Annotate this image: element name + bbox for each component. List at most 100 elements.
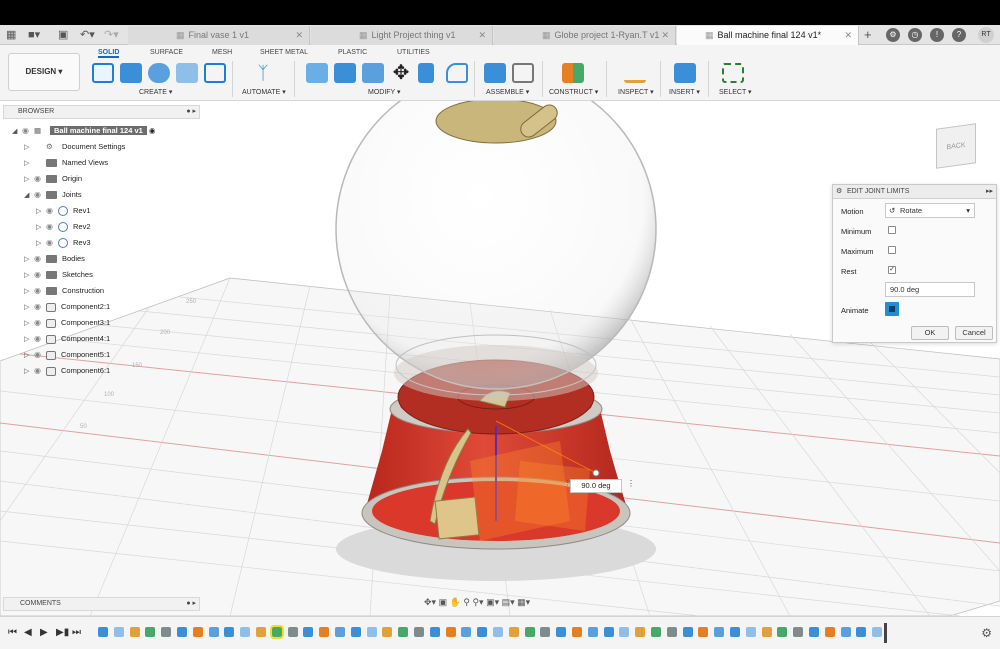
play-icon[interactable]: ▶ [40, 627, 48, 638]
browser-item-joints[interactable]: ◢ ◉ Joints [24, 187, 82, 202]
browser-item-sketches[interactable]: ▷ ◉ Sketches [24, 267, 93, 282]
timeline-feature[interactable] [335, 627, 345, 637]
browser-panel-header[interactable]: BROWSER ● ▸ [3, 105, 200, 119]
expand-panel-icon[interactable]: ▸▸ [986, 185, 993, 199]
panel-menu-icon[interactable]: ⚙ [836, 185, 842, 199]
gear-icon[interactable]: ⚙ [981, 626, 992, 640]
visibility-icon[interactable]: ◉ [46, 219, 58, 234]
timeline-feature[interactable] [730, 627, 740, 637]
timeline-feature[interactable] [714, 627, 725, 637]
insert-menu[interactable]: INSERT ▾ [669, 88, 700, 96]
help-icon[interactable]: ? [952, 28, 966, 42]
panel-toggle-icon[interactable]: ● ▸ [186, 106, 196, 118]
expand-icon[interactable]: ▷ [24, 268, 34, 283]
timeline-feature[interactable] [145, 627, 156, 637]
timeline-feature[interactable] [840, 627, 851, 637]
visual-style-icon[interactable]: ▤▾ [502, 597, 515, 607]
timeline-feature[interactable] [508, 627, 519, 637]
select-window-icon[interactable] [722, 63, 744, 83]
expand-icon[interactable]: ▷ [24, 348, 34, 363]
timeline-feature[interactable] [619, 627, 630, 637]
expand-icon[interactable]: ▷ [24, 364, 34, 379]
browser-item-construction[interactable]: ▷ ◉ Construction [24, 283, 104, 298]
tab-utilities[interactable]: UTILITIES [397, 49, 430, 56]
browser-item-component2[interactable]: ▷ ◉ Component2:1 [24, 299, 110, 314]
apps-grid-icon[interactable]: ▦ [6, 28, 16, 42]
timeline-feature[interactable] [651, 627, 661, 637]
expand-icon[interactable]: ▷ [24, 172, 34, 187]
expand-icon[interactable]: ▷ [36, 236, 46, 251]
offset-plane-icon[interactable] [562, 63, 584, 83]
doc-tab-0[interactable]: ▦ Final vase 1 v1 ✕ [128, 26, 310, 45]
joint-icon[interactable] [512, 63, 534, 83]
timeline-feature[interactable] [872, 627, 883, 637]
zoom-window-icon[interactable]: ⚲▾ [472, 597, 483, 607]
orbit-icon[interactable]: ✥▾ [424, 597, 436, 607]
more-options-icon[interactable]: ⋮ [627, 479, 635, 488]
create-menu[interactable]: CREATE ▾ [139, 88, 172, 96]
zoom-icon[interactable]: ⚲ [463, 597, 470, 607]
timeline-feature[interactable] [350, 627, 361, 637]
browser-item-bodies[interactable]: ▷ ◉ Bodies [24, 251, 85, 266]
expand-icon[interactable]: ▷ [36, 220, 46, 235]
browser-item-rev2[interactable]: ▷ ◉ Rev2 [36, 219, 91, 234]
angle-input[interactable]: 90.0 deg [570, 479, 622, 493]
extensions-icon[interactable]: ⚙ [886, 28, 900, 42]
expand-icon[interactable]: ▷ [24, 140, 34, 155]
new-tab-icon[interactable]: + [864, 28, 872, 42]
timeline-feature[interactable] [161, 627, 172, 637]
timeline-feature[interactable] [461, 627, 472, 637]
pan-icon[interactable]: ✋ [450, 597, 461, 607]
step-forward-icon[interactable]: ▶▮ [56, 627, 69, 638]
timeline-feature[interactable] [556, 627, 567, 637]
timeline-feature[interactable] [429, 627, 440, 637]
timeline-feature[interactable] [493, 627, 503, 637]
timeline-feature[interactable] [666, 627, 677, 637]
tab-mesh[interactable]: MESH [212, 49, 232, 56]
timeline-feature[interactable] [856, 627, 867, 637]
shell-icon[interactable] [362, 63, 384, 83]
tab-surface[interactable]: SURFACE [150, 49, 183, 56]
timeline-feature[interactable] [761, 627, 772, 637]
timeline-feature[interactable] [682, 627, 693, 637]
tab-solid[interactable]: SOLID [98, 49, 120, 58]
tab-sheet-metal[interactable]: SHEET METAL [260, 49, 308, 56]
automate-menu[interactable]: AUTOMATE ▾ [242, 88, 286, 96]
timeline-feature[interactable] [635, 627, 646, 637]
create-sketch-icon[interactable] [92, 63, 114, 83]
canvas-viewport[interactable]: 250 200 150 100 50 BROWSER ● ▸ ◢ ◉ ▦ Bal… [0, 101, 1000, 616]
panel-toggle-icon[interactable]: ● ▸ [186, 598, 196, 610]
timeline-feature[interactable] [269, 625, 284, 639]
visibility-icon[interactable]: ◉ [46, 235, 58, 250]
browser-item-rev1[interactable]: ▷ ◉ Rev1 [36, 203, 91, 218]
expand-icon[interactable]: ▷ [24, 156, 34, 171]
timeline-feature[interactable] [698, 627, 709, 637]
timeline-feature[interactable] [824, 627, 835, 637]
timeline-feature[interactable] [445, 627, 456, 637]
visibility-icon[interactable]: ◉ [34, 315, 46, 330]
close-icon[interactable]: ✕ [295, 26, 303, 45]
timeline-feature[interactable] [366, 627, 377, 637]
browser-item-component6[interactable]: ▷ ◉ Component6:1 [24, 363, 110, 378]
timeline-feature[interactable] [208, 627, 219, 637]
timeline-feature[interactable] [809, 627, 819, 637]
timeline-feature[interactable] [256, 627, 266, 637]
construct-menu[interactable]: CONSTRUCT ▾ [549, 88, 598, 96]
active-radio-icon[interactable]: ◉ [149, 126, 156, 135]
new-component-icon[interactable] [484, 63, 506, 83]
collapse-icon[interactable]: ◢ [12, 124, 22, 139]
panel-header[interactable]: ⚙ EDIT JOINT LIMITS ▸▸ [833, 185, 996, 199]
visibility-icon[interactable]: ◉ [34, 363, 46, 378]
inspect-menu[interactable]: INSPECT ▾ [618, 88, 654, 96]
tab-plastic[interactable]: PLASTIC [338, 49, 367, 56]
maximum-checkbox[interactable] [888, 246, 896, 254]
expand-icon[interactable]: ▷ [24, 316, 34, 331]
insert-image-icon[interactable] [674, 63, 696, 83]
minimum-checkbox[interactable] [888, 226, 896, 234]
rest-value-input[interactable]: 90.0 deg [885, 282, 975, 297]
pattern-icon[interactable] [204, 63, 226, 83]
doc-tab-2[interactable]: ▦ Globe project 1-Ryan.T v1 ✕ [494, 26, 676, 45]
expand-icon[interactable]: ▷ [24, 332, 34, 347]
expand-icon[interactable]: ▷ [24, 252, 34, 267]
browser-item-component4[interactable]: ▷ ◉ Component4:1 [24, 331, 110, 346]
